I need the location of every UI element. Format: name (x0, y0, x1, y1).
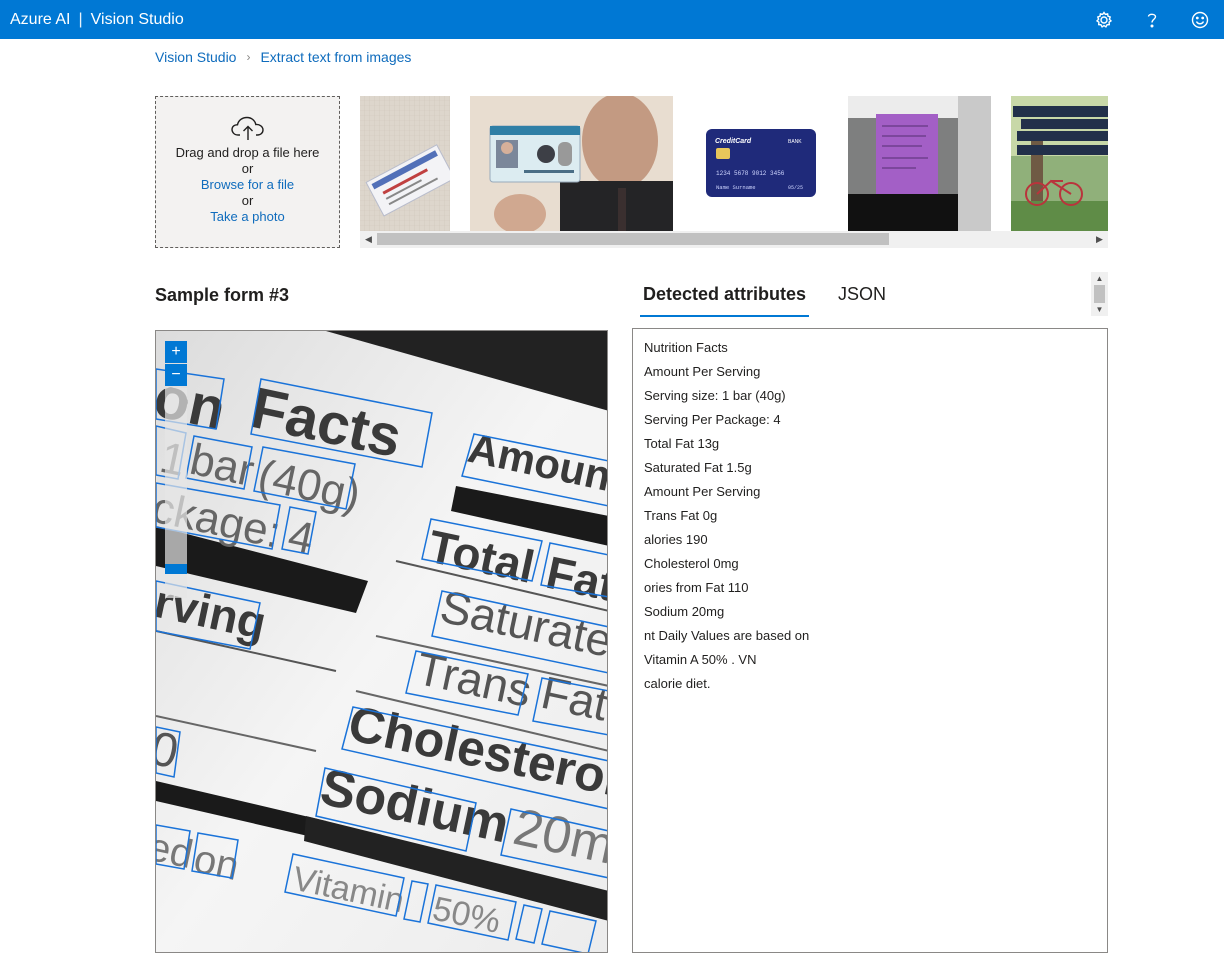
scroll-left-icon[interactable]: ◀ (360, 231, 377, 248)
zoom-in-icon[interactable]: + (165, 341, 187, 363)
sample-thumb-ss-card[interactable] (360, 96, 450, 231)
scroll-up-icon[interactable]: ▲ (1091, 272, 1108, 285)
drag-drop-text: Drag and drop a file here (175, 145, 320, 160)
card-exp-text: 05/25 (788, 185, 803, 191)
scrollbar-thumb[interactable] (377, 233, 889, 245)
detected-line: ories from Fat 110 (644, 580, 749, 595)
sample-thumb-poster[interactable] (1011, 96, 1108, 231)
zoom-control: + − (165, 341, 188, 598)
upload-dropzone[interactable]: Drag and drop a file here or Browse for … (155, 96, 340, 248)
detected-line: Serving size: 1 bar (40g) (644, 388, 786, 403)
detected-line: Saturated Fat 1.5g (644, 460, 752, 475)
browse-file-link[interactable]: Browse for a file (156, 177, 339, 193)
breadcrumb: Vision Studio › Extract text from images (155, 49, 411, 65)
card-brand-text: CreditCard (715, 138, 752, 145)
card-name-text: Name Surname (716, 184, 756, 191)
detected-line: Serving Per Package: 4 (644, 412, 781, 427)
detected-line: Sodium 20mg (644, 604, 725, 619)
brand-separator: | (78, 10, 83, 28)
detected-line: Cholesterol 0mg (644, 556, 739, 571)
detected-line: calorie diet. (644, 676, 711, 691)
breadcrumb-current[interactable]: Extract text from images (260, 49, 411, 65)
detected-line: Amount Per Serving (644, 364, 761, 379)
detected-line: Vitamin A 50% . VN (644, 652, 757, 667)
scrollbar-thumb[interactable] (1094, 285, 1105, 303)
settings-icon[interactable] (1080, 0, 1128, 39)
image-viewer[interactable]: on Facts Amoun 1 bar (40g) ckage: 4 Tota… (155, 330, 608, 953)
detected-line: Trans Fat 0g (644, 508, 718, 523)
zoom-slider-handle[interactable] (165, 564, 187, 574)
app-brand[interactable]: Azure AI | Vision Studio (10, 11, 184, 29)
detected-text-list: Nutrition Facts Amount Per Serving Servi… (632, 328, 1108, 953)
card-bank-text: BANK (788, 139, 802, 145)
card-number-text: 1234 5678 9012 3456 (716, 170, 785, 177)
sample-form-title: Sample form #3 (155, 285, 290, 305)
detected-line: Nutrition Facts (644, 340, 728, 355)
take-photo-link[interactable]: Take a photo (156, 209, 339, 225)
detected-line: Amount Per Serving (644, 484, 761, 499)
sample-images-strip: CreditCard BANK 1234 5678 9012 3456 Name… (360, 96, 1108, 248)
feedback-smiley-icon[interactable] (1176, 0, 1224, 39)
cloud-upload-icon (156, 115, 339, 145)
zoom-slider[interactable] (165, 388, 187, 598)
scroll-down-icon[interactable]: ▼ (1091, 303, 1108, 316)
detected-line: nt Daily Values are based on (644, 628, 810, 643)
tab-json[interactable]: JSON (835, 282, 889, 317)
or-text: or (241, 193, 254, 208)
product-name: Vision Studio (90, 10, 184, 28)
detected-line: alories 190 (644, 532, 708, 547)
tab-detected-attributes[interactable]: Detected attributes (640, 282, 810, 317)
breadcrumb-home[interactable]: Vision Studio (155, 49, 236, 65)
result-tabs: Detected attributes JSON (640, 282, 889, 317)
sample-thumb-sticky-note[interactable] (848, 96, 991, 231)
scroll-right-icon[interactable]: ▶ (1091, 231, 1108, 248)
zoom-out-icon[interactable]: − (165, 364, 187, 386)
nutrition-label-image: on Facts Amoun 1 bar (40g) ckage: 4 Tota… (156, 331, 607, 952)
chevron-right-icon: › (246, 50, 251, 64)
tabs-scrollbar[interactable]: ▲ ▼ (1091, 272, 1108, 316)
thumbnails-scrollbar[interactable]: ◀ ▶ (360, 231, 1108, 248)
sample-thumb-id-card[interactable] (470, 96, 673, 231)
or-text: or (241, 161, 254, 176)
top-bar: Azure AI | Vision Studio (0, 0, 1224, 39)
sample-thumb-credit-card[interactable]: CreditCard BANK 1234 5678 9012 3456 Name… (673, 96, 848, 231)
detected-line: Total Fat 13g (644, 436, 720, 451)
brand-name: Azure AI (10, 10, 71, 28)
help-icon[interactable] (1128, 0, 1176, 39)
